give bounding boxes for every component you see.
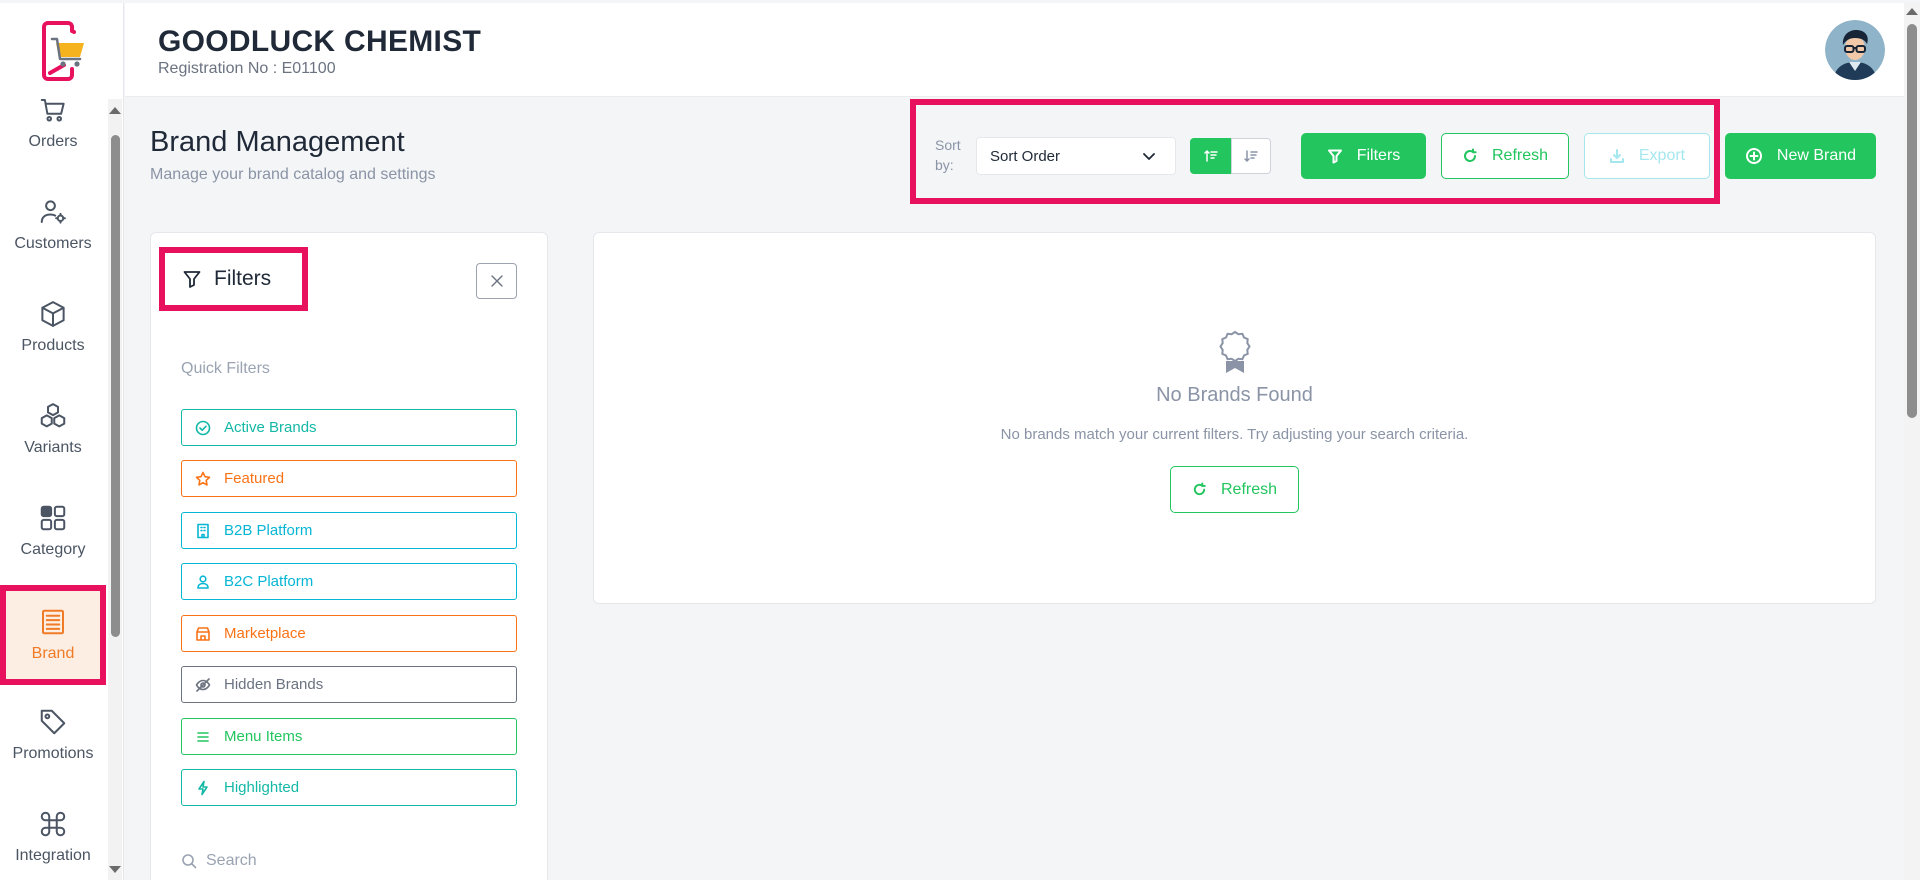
chevron-down-icon [1143, 153, 1155, 160]
page-scroll-up-arrow-icon[interactable] [1906, 8, 1918, 15]
user-avatar[interactable] [1825, 20, 1885, 80]
eye-off-icon [195, 678, 211, 692]
sidebar-item-label: Variants [24, 439, 82, 456]
sidebar-item-label: Products [21, 337, 85, 354]
refresh-button[interactable]: Refresh [1441, 133, 1569, 179]
building-icon [197, 523, 209, 539]
store-name: GOODLUCK CHEMIST [158, 25, 482, 58]
quick-filter-label: B2C Platform [224, 573, 314, 590]
cubes-icon [40, 403, 66, 428]
quick-filter-label: Menu Items [224, 728, 303, 745]
user-gear-icon [40, 200, 66, 224]
scroll-up-arrow-icon[interactable] [109, 107, 121, 114]
sidebar-item-customers[interactable]: Customers [0, 177, 106, 273]
sidebar-item-orders[interactable]: Orders [0, 97, 106, 171]
sidebar-item-label: Integration [15, 847, 91, 864]
grid-icon [40, 505, 66, 531]
sort-ascending-icon [1203, 149, 1218, 162]
new-brand-button[interactable]: New Brand [1725, 133, 1876, 179]
sidebar: Orders Customers Products Variants Categ… [0, 3, 124, 880]
bolt-icon [198, 780, 208, 796]
download-icon [1609, 149, 1624, 163]
close-filters-button[interactable] [476, 263, 517, 299]
quick-filter-label: Featured [224, 470, 285, 487]
sort-ascending-button[interactable] [1190, 138, 1231, 174]
quick-filter-active-brands[interactable]: Active Brands [181, 409, 517, 446]
sidebar-item-label: Customers [14, 235, 92, 252]
empty-state-description: No brands match your current filters. Tr… [1000, 426, 1469, 443]
refresh-icon [1464, 148, 1477, 162]
empty-state-title: No Brands Found [1156, 384, 1313, 406]
check-circle-icon [195, 420, 211, 436]
person-icon [197, 575, 209, 589]
newspaper-icon [42, 609, 64, 635]
sidebar-nav: Orders Customers Products Variants Categ… [0, 97, 106, 880]
refresh-icon [1193, 482, 1206, 496]
award-icon [1219, 330, 1251, 373]
command-icon [40, 811, 66, 837]
registration-number: Registration No : E01100 [158, 60, 336, 77]
quick-filter-hidden-brands[interactable]: Hidden Brands [181, 666, 517, 703]
sort-select[interactable]: Sort Order [976, 137, 1176, 175]
new-brand-button-label: New Brand [1776, 147, 1857, 164]
close-icon [490, 275, 503, 287]
quick-filter-label: Marketplace [224, 625, 306, 642]
page-title: Brand Management [150, 126, 405, 158]
filter-panel-title: Filters [214, 267, 272, 290]
export-button[interactable]: Export [1584, 133, 1710, 179]
star-icon [195, 471, 211, 486]
page-scrollbar-thumb[interactable] [1907, 24, 1917, 418]
filters-button-label: Filters [1356, 147, 1401, 164]
quick-filter-label: Active Brands [224, 419, 317, 436]
brands-results-card [593, 232, 1876, 604]
quick-filter-label: Highlighted [224, 779, 300, 796]
sort-descending-button[interactable] [1231, 138, 1271, 174]
plus-circle-icon [1745, 148, 1762, 164]
page-subtitle: Manage your brand catalog and settings [150, 166, 436, 183]
empty-state-refresh-button[interactable]: Refresh [1170, 466, 1299, 513]
filter-search[interactable]: Search [181, 852, 257, 870]
quick-filters-label: Quick Filters [181, 360, 270, 377]
sidebar-item-integration[interactable]: Integration [0, 789, 106, 880]
sort-descending-icon [1244, 150, 1258, 163]
filter-icon [1327, 149, 1342, 164]
tag-icon [40, 709, 66, 735]
filters-button[interactable]: Filters [1301, 133, 1426, 179]
refresh-button-label: Refresh [1491, 147, 1549, 164]
filter-search-label: Search [206, 852, 257, 869]
app-logo[interactable] [34, 19, 90, 85]
top-header: GOODLUCK CHEMIST Registration No : E0110… [125, 3, 1904, 97]
quick-filter-label: B2B Platform [224, 522, 313, 539]
quick-filter-label: Hidden Brands [224, 676, 324, 693]
export-button-label: Export [1638, 147, 1686, 164]
sidebar-item-products[interactable]: Products [0, 279, 106, 375]
sidebar-item-label: Brand [31, 645, 75, 662]
sidebar-item-category[interactable]: Category [0, 483, 106, 579]
quick-filter-b2b-platform[interactable]: B2B Platform [181, 512, 517, 549]
filter-icon [183, 271, 201, 288]
quick-filter-b2c-platform[interactable]: B2C Platform [181, 563, 517, 600]
quick-filter-marketplace[interactable]: Marketplace [181, 615, 517, 652]
list-icon [197, 732, 209, 742]
quick-filter-featured[interactable]: Featured [181, 460, 517, 497]
sidebar-item-promotions[interactable]: Promotions [0, 687, 106, 783]
empty-state-refresh-label: Refresh [1220, 480, 1278, 498]
scroll-down-arrow-icon[interactable] [109, 866, 121, 873]
cart-icon [40, 99, 65, 122]
quick-filter-highlighted[interactable]: Highlighted [181, 769, 517, 806]
shop-icon [196, 627, 210, 641]
quick-filter-menu-items[interactable]: Menu Items [181, 718, 517, 755]
sidebar-scrollbar-thumb[interactable] [111, 135, 120, 637]
sort-select-value: Sort Order [990, 147, 1061, 165]
sidebar-item-variants[interactable]: Variants [0, 381, 106, 477]
sidebar-item-brand[interactable]: Brand [0, 585, 106, 685]
sidebar-item-label: Promotions [12, 745, 94, 762]
search-icon [182, 854, 197, 869]
box-icon [41, 301, 65, 327]
filter-panel-header: Filters [159, 247, 308, 311]
sidebar-item-label: Orders [28, 133, 78, 150]
sidebar-item-label: Category [20, 541, 86, 558]
sort-label: Sort by: [935, 137, 961, 173]
